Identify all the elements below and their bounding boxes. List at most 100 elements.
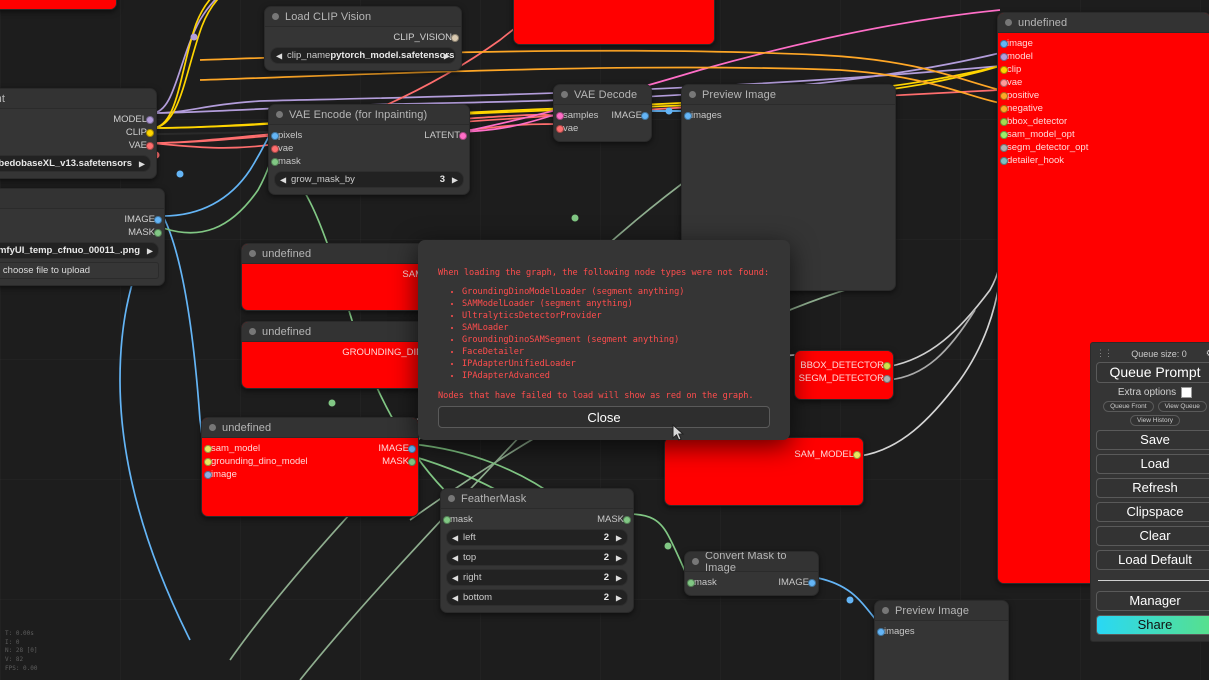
refresh-button[interactable]: Refresh bbox=[1096, 478, 1209, 498]
node-undefined-sam[interactable]: undefined SAM bbox=[241, 243, 433, 311]
comfyui-canvas[interactable]: Checkpoint MODEL CLIP VAE ◀ ame albedoba… bbox=[0, 0, 1209, 680]
output-slot[interactable]: BBOX_DETECTOR bbox=[795, 359, 893, 372]
output-slot[interactable]: MASK bbox=[0, 226, 164, 239]
port-dot[interactable] bbox=[883, 374, 891, 383]
view-history-button[interactable]: View History bbox=[1129, 415, 1180, 426]
widget-clip-name[interactable]: ◀ clip_name pytorch_model.safetensors ▶ bbox=[270, 47, 456, 64]
port-dot[interactable] bbox=[687, 578, 695, 587]
output-slot[interactable]: SAM_MODEL bbox=[665, 448, 863, 461]
node-preview-image-bottom[interactable]: Preview Image images bbox=[874, 600, 1009, 680]
output-slot[interactable]: SAM bbox=[242, 268, 432, 281]
chevron-right-icon[interactable]: ▶ bbox=[616, 573, 622, 582]
port-dot[interactable] bbox=[154, 228, 162, 237]
load-default-button[interactable]: Load Default bbox=[1096, 550, 1209, 570]
node-vae-decode[interactable]: VAE Decode samples IMAGE vae bbox=[553, 84, 652, 142]
input-slot[interactable]: vae bbox=[554, 122, 651, 135]
port-dot[interactable] bbox=[1000, 156, 1008, 165]
chevron-left-icon[interactable]: ◀ bbox=[452, 593, 458, 602]
input-slot[interactable]: vae bbox=[998, 76, 1209, 89]
clear-button[interactable]: Clear bbox=[1096, 526, 1209, 546]
port-dot[interactable] bbox=[853, 450, 861, 459]
view-queue-button[interactable]: View Queue bbox=[1157, 401, 1207, 412]
input-slot[interactable]: positive bbox=[998, 89, 1209, 102]
port-dot[interactable] bbox=[204, 457, 212, 466]
output-slot[interactable]: IMAGE bbox=[0, 213, 164, 226]
chevron-left-icon[interactable]: ◀ bbox=[452, 573, 458, 582]
input-slot[interactable]: detailer_hook bbox=[998, 154, 1209, 167]
node-undefined-groundingdino[interactable]: undefined GROUNDING_DIN bbox=[241, 321, 433, 389]
port-dot[interactable] bbox=[451, 33, 459, 42]
input-slot[interactable]: mask bbox=[269, 155, 469, 168]
chevron-right-icon[interactable]: ▶ bbox=[616, 593, 622, 602]
drag-grip-icon[interactable]: ⋮⋮ bbox=[1096, 348, 1113, 359]
chevron-right-icon[interactable]: ▶ bbox=[139, 159, 145, 168]
chevron-right-icon[interactable]: ▶ bbox=[616, 533, 622, 542]
queue-front-button[interactable]: Queue Front bbox=[1103, 401, 1154, 412]
node-undefined-detectors[interactable]: BBOX_DETECTOR SEGM_DETECTOR bbox=[794, 350, 894, 400]
input-slot[interactable]: model bbox=[998, 50, 1209, 63]
queue-panel[interactable]: ⋮⋮ Queue size: 0 ⚙ Queue Prompt Extra op… bbox=[1090, 342, 1209, 642]
port-dot[interactable] bbox=[271, 157, 279, 166]
node-convert-mask-to-image[interactable]: Convert Mask to Image mask IMAGE bbox=[684, 551, 819, 596]
port-dot[interactable] bbox=[443, 515, 451, 524]
input-slot[interactable]: bbox_detector bbox=[998, 115, 1209, 128]
widget-ckpt-name[interactable]: ◀ ame albedobaseXL_v13.safetensors ▶ bbox=[0, 155, 151, 172]
port-dot[interactable] bbox=[408, 444, 416, 453]
collapse-dot-icon[interactable] bbox=[692, 558, 699, 565]
port-dot[interactable] bbox=[1000, 52, 1008, 61]
input-slot[interactable]: sam_model IMAGE bbox=[202, 442, 418, 455]
port-dot[interactable] bbox=[808, 578, 816, 587]
upload-file-button[interactable]: choose file to upload bbox=[0, 262, 159, 279]
collapse-dot-icon[interactable] bbox=[272, 13, 279, 20]
chevron-left-icon[interactable]: ◀ bbox=[276, 51, 282, 60]
widget-top[interactable]: ◀ top 2 ▶ bbox=[446, 549, 628, 566]
input-slot[interactable]: clip bbox=[998, 63, 1209, 76]
port-dot[interactable] bbox=[684, 111, 692, 120]
port-dot[interactable] bbox=[1000, 65, 1008, 74]
node-undefined-topleft[interactable] bbox=[0, 0, 117, 10]
node-undefined-sam-model[interactable]: SAM_MODEL bbox=[664, 437, 864, 506]
input-slot[interactable]: grounding_dino_model MASK bbox=[202, 455, 418, 468]
save-button[interactable]: Save bbox=[1096, 430, 1209, 450]
output-slot[interactable]: VAE bbox=[0, 139, 156, 152]
input-slot[interactable]: image bbox=[202, 468, 418, 481]
node-vae-encode-inpainting[interactable]: VAE Encode (for Inpainting) pixels LATEN… bbox=[268, 104, 470, 195]
port-dot[interactable] bbox=[271, 131, 279, 140]
collapse-dot-icon[interactable] bbox=[689, 91, 696, 98]
port-dot[interactable] bbox=[408, 457, 416, 466]
collapse-dot-icon[interactable] bbox=[209, 424, 216, 431]
collapse-dot-icon[interactable] bbox=[561, 91, 568, 98]
share-button[interactable]: Share bbox=[1096, 615, 1209, 635]
input-slot[interactable]: segm_detector_opt bbox=[998, 141, 1209, 154]
input-slot[interactable]: images bbox=[682, 109, 895, 122]
port-dot[interactable] bbox=[1000, 39, 1008, 48]
chevron-left-icon[interactable]: ◀ bbox=[452, 533, 458, 542]
chevron-right-icon[interactable]: ▶ bbox=[452, 175, 458, 184]
input-slot[interactable]: pixels LATENT bbox=[269, 129, 469, 142]
node-load-image[interactable]: ad Image IMAGE MASK ◀ age ComfyUI_temp_c… bbox=[0, 188, 165, 286]
port-dot[interactable] bbox=[271, 144, 279, 153]
node-load-clip-vision[interactable]: Load CLIP Vision CLIP_VISION ◀ clip_name… bbox=[264, 6, 462, 71]
chevron-right-icon[interactable]: ▶ bbox=[147, 246, 153, 255]
port-dot[interactable] bbox=[1000, 104, 1008, 113]
extra-options-row[interactable]: Extra options bbox=[1096, 387, 1209, 398]
input-slot[interactable]: image bbox=[998, 37, 1209, 50]
chevron-left-icon[interactable]: ◀ bbox=[452, 553, 458, 562]
port-dot[interactable] bbox=[1000, 117, 1008, 126]
chevron-right-icon[interactable]: ▶ bbox=[444, 51, 450, 60]
input-slot[interactable]: samples IMAGE bbox=[554, 109, 651, 122]
port-dot[interactable] bbox=[146, 141, 154, 150]
node-checkpoint[interactable]: Checkpoint MODEL CLIP VAE ◀ ame albedoba… bbox=[0, 88, 157, 179]
port-dot[interactable] bbox=[556, 111, 564, 120]
queue-prompt-button[interactable]: Queue Prompt bbox=[1096, 362, 1209, 383]
collapse-dot-icon[interactable] bbox=[448, 495, 455, 502]
port-dot[interactable] bbox=[146, 115, 154, 124]
collapse-dot-icon[interactable] bbox=[249, 328, 256, 335]
port-dot[interactable] bbox=[1000, 78, 1008, 87]
clipspace-button[interactable]: Clipspace bbox=[1096, 502, 1209, 522]
chevron-left-icon[interactable]: ◀ bbox=[280, 175, 286, 184]
port-dot[interactable] bbox=[1000, 130, 1008, 139]
output-slot[interactable]: MODEL bbox=[0, 113, 156, 126]
port-dot[interactable] bbox=[146, 128, 154, 137]
output-slot[interactable]: GROUNDING_DIN bbox=[242, 346, 432, 359]
